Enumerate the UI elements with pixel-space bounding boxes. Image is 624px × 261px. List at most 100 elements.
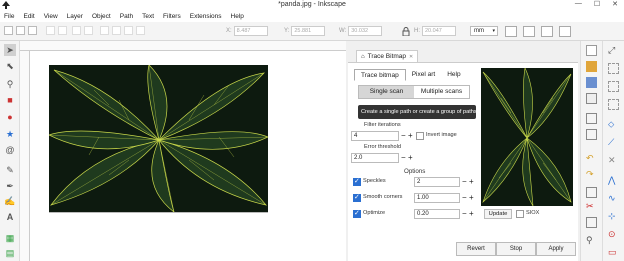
apply-button[interactable]: Apply: [536, 242, 576, 256]
smooth-corners-checkbox[interactable]: [353, 193, 361, 202]
invert-image-checkbox[interactable]: [416, 132, 424, 140]
smooth-corners-minus[interactable]: −: [462, 194, 467, 202]
cut-icon[interactable]: ✂: [586, 201, 597, 212]
snap-toggle-icon[interactable]: ⤢: [608, 45, 619, 56]
scale-stroke-button[interactable]: [505, 26, 517, 37]
snap-center-icon[interactable]: ⊙: [608, 229, 619, 240]
error-threshold-input[interactable]: 2.0: [351, 153, 399, 163]
menu-edit[interactable]: Edit: [23, 13, 34, 20]
close-icon[interactable]: ✕: [409, 54, 413, 60]
undo-icon[interactable]: ↶: [586, 153, 597, 164]
zoom-icon[interactable]: ⚲: [586, 235, 597, 246]
menu-file[interactable]: File: [4, 13, 14, 20]
open-folder-icon[interactable]: [586, 61, 597, 72]
pencil-tool-icon[interactable]: ✎: [4, 164, 16, 176]
menu-view[interactable]: View: [44, 13, 58, 20]
siox-checkbox[interactable]: [516, 210, 524, 218]
optimize-minus[interactable]: −: [462, 210, 467, 218]
stop-button[interactable]: Stop: [496, 242, 536, 256]
speckles-input[interactable]: 2: [414, 177, 460, 187]
scale-corners-button[interactable]: [523, 26, 535, 37]
optimize-checkbox[interactable]: [353, 209, 361, 218]
deselect-icon[interactable]: [28, 26, 37, 35]
new-document-icon[interactable]: [586, 45, 597, 56]
h-input[interactable]: 20.047: [422, 26, 456, 36]
tab-trace-bitmap[interactable]: Trace bitmap: [354, 69, 406, 81]
lock-icon[interactable]: [402, 27, 410, 36]
zoom-tool-icon[interactable]: ⚲: [4, 78, 16, 90]
revert-button[interactable]: Revert: [456, 242, 496, 256]
snap-smooth-icon[interactable]: ∿: [608, 193, 619, 204]
snap-paths-icon[interactable]: ⟋: [608, 137, 619, 148]
gradient-tool-icon[interactable]: ▤: [4, 247, 16, 259]
x-input[interactable]: 8.487: [233, 26, 268, 36]
error-threshold-minus[interactable]: −: [401, 154, 406, 162]
text-tool-icon[interactable]: A: [4, 211, 16, 223]
multiple-scans-button[interactable]: Multiple scans: [414, 86, 469, 98]
canvas-bitmap-image[interactable]: [49, 65, 268, 212]
w-input[interactable]: 30.032: [348, 26, 383, 36]
rectangle-tool-icon[interactable]: ■: [4, 94, 16, 106]
rotate-ccw-icon[interactable]: [46, 26, 55, 35]
move-gradients-button[interactable]: [541, 26, 553, 37]
snap-bbox-icon[interactable]: [608, 63, 619, 74]
smooth-corners-plus[interactable]: +: [469, 194, 474, 202]
tab-help[interactable]: Help: [441, 69, 466, 81]
trace-bitmap-tab[interactable]: ⌂ Trace Bitmap ✕: [356, 50, 419, 62]
single-scan-button[interactable]: Single scan: [359, 86, 414, 98]
redo-icon[interactable]: ↷: [586, 169, 597, 180]
selector-tool-icon[interactable]: ➤: [4, 44, 16, 56]
update-preview-button[interactable]: Update: [484, 209, 512, 219]
calligraphy-tool-icon[interactable]: ✍: [4, 195, 16, 207]
filter-iterations-minus[interactable]: −: [401, 132, 406, 140]
import-icon[interactable]: [586, 113, 597, 124]
move-patterns-button[interactable]: [559, 26, 571, 37]
select-all-layers-icon[interactable]: [16, 26, 25, 35]
lower-to-bottom-icon[interactable]: [136, 26, 145, 35]
menu-help[interactable]: Help: [231, 13, 244, 20]
menu-text[interactable]: Text: [142, 13, 154, 20]
node-tool-icon[interactable]: ⬉: [4, 60, 16, 72]
filter-iterations-plus[interactable]: +: [408, 132, 413, 140]
pen-tool-icon[interactable]: ✒: [4, 180, 16, 192]
optimize-input[interactable]: 0.20: [414, 209, 460, 219]
menu-extensions[interactable]: Extensions: [190, 13, 222, 20]
snap-bbox-corners-icon[interactable]: [608, 99, 619, 110]
flip-vertical-icon[interactable]: [84, 26, 93, 35]
copy-icon[interactable]: [586, 187, 597, 198]
spray-tool-icon[interactable]: ▦: [4, 232, 16, 244]
print-icon[interactable]: [586, 93, 597, 104]
error-threshold-plus[interactable]: +: [408, 154, 413, 162]
lower-icon[interactable]: [124, 26, 133, 35]
snap-midpoints-icon[interactable]: ⊹: [608, 211, 619, 222]
snap-cusp-icon[interactable]: ⋀: [608, 175, 619, 186]
speckles-plus[interactable]: +: [469, 178, 474, 186]
save-icon[interactable]: [586, 77, 597, 88]
raise-icon[interactable]: [112, 26, 121, 35]
snap-page-icon[interactable]: ▭: [608, 247, 619, 258]
tab-pixel-art[interactable]: Pixel art: [406, 69, 441, 81]
star-tool-icon[interactable]: ★: [4, 128, 16, 140]
speckles-checkbox[interactable]: [353, 177, 361, 186]
speckles-minus[interactable]: −: [462, 178, 467, 186]
smooth-corners-input[interactable]: 1.00: [414, 193, 460, 203]
paste-icon[interactable]: [586, 217, 597, 228]
filter-iterations-input[interactable]: 4: [351, 131, 399, 141]
menu-object[interactable]: Object: [92, 13, 111, 20]
snap-nodes-icon[interactable]: ⬦: [608, 119, 619, 130]
snap-intersections-icon[interactable]: ✕: [608, 155, 619, 166]
unit-select[interactable]: mm ▾: [470, 26, 498, 36]
spiral-tool-icon[interactable]: @: [4, 144, 16, 156]
raise-to-top-icon[interactable]: [100, 26, 109, 35]
export-icon[interactable]: [586, 129, 597, 140]
rotate-cw-icon[interactable]: [58, 26, 67, 35]
select-all-icon[interactable]: [4, 26, 13, 35]
menu-path[interactable]: Path: [120, 13, 133, 20]
menu-layer[interactable]: Layer: [67, 13, 83, 20]
flip-horizontal-icon[interactable]: [72, 26, 81, 35]
maximize-button[interactable]: ☐: [594, 0, 600, 8]
circle-tool-icon[interactable]: ●: [4, 111, 16, 123]
y-input[interactable]: 25.881: [291, 26, 326, 36]
optimize-plus[interactable]: +: [469, 210, 474, 218]
minimize-button[interactable]: —: [575, 0, 582, 8]
